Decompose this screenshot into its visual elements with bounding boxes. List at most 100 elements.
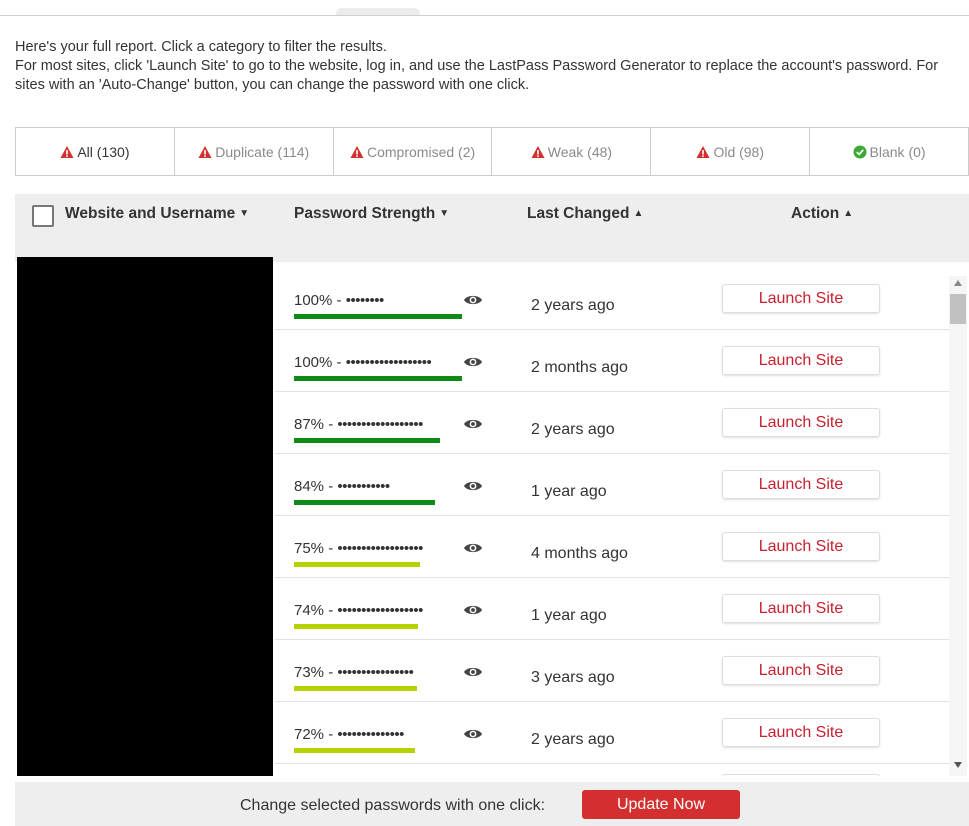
top-border — [0, 15, 969, 16]
strength-text: 72% - •••••••••••••• — [294, 726, 404, 743]
masked-password: ••••••••••• — [337, 478, 390, 495]
warning-icon — [350, 145, 364, 158]
strength-bar — [294, 748, 415, 753]
sort-down-icon: ▼ — [239, 208, 250, 219]
tab-compromised[interactable]: Compromised (2) — [333, 128, 493, 175]
check-circle-icon — [853, 145, 867, 158]
last-changed: 1 year ago — [531, 607, 607, 624]
eye-icon[interactable] — [463, 479, 483, 493]
tab-label: Weak (48) — [547, 143, 613, 160]
column-label: Action — [791, 205, 840, 222]
eye-icon[interactable] — [463, 665, 483, 679]
masked-password: •••••••••••••• — [337, 726, 404, 743]
launch-site-button[interactable]: Launch Site — [722, 532, 880, 561]
warning-icon — [696, 145, 710, 158]
eye-icon[interactable] — [463, 417, 483, 431]
sort-website-header[interactable]: Website and Username ▼ — [65, 205, 249, 223]
last-changed: 4 months ago — [531, 545, 628, 562]
strength-percent: 87% - — [294, 416, 338, 433]
intro-line-2: For most sites, click 'Launch Site' to g… — [15, 58, 939, 93]
tab-label: Duplicate (114) — [215, 143, 310, 160]
warning-icon — [60, 145, 74, 158]
sort-down-icon: ▼ — [439, 208, 450, 219]
tab-label: Old (98) — [713, 143, 765, 160]
last-changed: 1 year ago — [531, 483, 607, 500]
tab-label: Blank (0) — [869, 143, 926, 160]
strength-percent: 84% - — [294, 478, 338, 495]
strength-bar — [294, 562, 420, 567]
strength-text: 75% - •••••••••••••••••• — [294, 540, 423, 557]
strength-bar — [294, 314, 462, 319]
redacted-website-column — [17, 257, 273, 776]
tab-label: Compromised (2) — [367, 143, 476, 160]
masked-password: •••••••••••••••• — [337, 664, 414, 681]
tab-weak[interactable]: Weak (48) — [492, 128, 652, 175]
scroll-up-icon[interactable] — [954, 280, 962, 286]
intro-text: Here's your full report. Click a categor… — [15, 38, 950, 95]
strength-bar — [294, 376, 462, 381]
sort-up-icon: ▲ — [843, 208, 854, 219]
strength-bar — [294, 686, 417, 691]
strength-text: 74% - •••••••••••••••••• — [294, 602, 423, 619]
strength-percent: 100% - — [294, 292, 346, 309]
panel-grip — [336, 8, 420, 15]
select-all-checkbox[interactable] — [32, 205, 54, 227]
sort-strength-header[interactable]: Password Strength ▼ — [294, 205, 449, 223]
tab-blank[interactable]: Blank (0) — [810, 128, 968, 175]
last-changed: 2 years ago — [531, 731, 615, 748]
last-changed: 2 years ago — [531, 421, 615, 438]
scroll-thumb[interactable] — [950, 294, 966, 324]
masked-password: •••••••••••••••••• — [337, 416, 423, 433]
sort-changed-header[interactable]: Last Changed ▲ — [527, 205, 643, 223]
tab-old[interactable]: Old (98) — [651, 128, 811, 175]
last-changed: 2 years ago — [531, 297, 615, 314]
intro-line-1: Here's your full report. Click a categor… — [15, 39, 387, 55]
masked-password: •••••••• — [345, 292, 385, 309]
launch-site-button[interactable]: Launch Site — [722, 718, 880, 747]
column-label: Last Changed — [527, 205, 630, 222]
eye-icon[interactable] — [463, 293, 483, 307]
column-label: Website and Username — [65, 205, 236, 222]
launch-site-button[interactable]: Launch Site — [722, 346, 880, 375]
tab-duplicate[interactable]: Duplicate (114) — [174, 128, 334, 175]
strength-percent: 75% - — [294, 540, 338, 557]
strength-text: 87% - •••••••••••••••••• — [294, 416, 423, 433]
last-changed: 2 months ago — [531, 359, 628, 376]
column-label: Password Strength — [294, 205, 436, 222]
tab-all[interactable]: All (130) — [16, 128, 175, 175]
strength-text: 73% - •••••••••••••••• — [294, 664, 414, 681]
update-now-button[interactable]: Update Now — [582, 790, 740, 819]
launch-site-button-partial[interactable] — [722, 774, 880, 776]
bulk-change-label: Change selected passwords with one click… — [240, 797, 546, 814]
masked-password: •••••••••••••••••• — [337, 602, 423, 619]
launch-site-button[interactable]: Launch Site — [722, 594, 880, 623]
launch-site-button[interactable]: Launch Site — [722, 656, 880, 685]
sort-up-icon: ▲ — [633, 208, 644, 219]
scroll-down-icon[interactable] — [954, 762, 962, 768]
strength-text: 100% - •••••••••••••••••• — [294, 354, 432, 371]
last-changed: 3 years ago — [531, 669, 615, 686]
strength-text: 84% - ••••••••••• — [294, 478, 390, 495]
tab-label: All (130) — [77, 143, 130, 160]
masked-password: •••••••••••••••••• — [337, 540, 423, 557]
strength-text: 100% - •••••••• — [294, 292, 384, 309]
eye-icon[interactable] — [463, 727, 483, 741]
eye-icon[interactable] — [463, 355, 483, 369]
strength-percent: 100% - — [294, 354, 346, 371]
warning-icon — [531, 145, 545, 158]
list-scrollbar[interactable] — [949, 276, 967, 776]
sort-action-header[interactable]: Action ▲ — [791, 205, 853, 223]
strength-percent: 72% - — [294, 726, 338, 743]
table-header: Website and Username ▼ Password Strength ▼… — [15, 194, 969, 262]
strength-percent: 74% - — [294, 602, 338, 619]
launch-site-button[interactable]: Launch Site — [722, 284, 880, 313]
strength-bar — [294, 438, 441, 443]
masked-password: •••••••••••••••••• — [345, 354, 432, 371]
strength-bar — [294, 500, 436, 505]
eye-icon[interactable] — [463, 603, 483, 617]
launch-site-button[interactable]: Launch Site — [722, 470, 880, 499]
category-tabs: All (130) Duplicate (114) Compromised (2… — [15, 127, 969, 176]
eye-icon[interactable] — [463, 541, 483, 555]
bulk-change-footer: Change selected passwords with one click… — [15, 782, 969, 826]
launch-site-button[interactable]: Launch Site — [722, 408, 880, 437]
